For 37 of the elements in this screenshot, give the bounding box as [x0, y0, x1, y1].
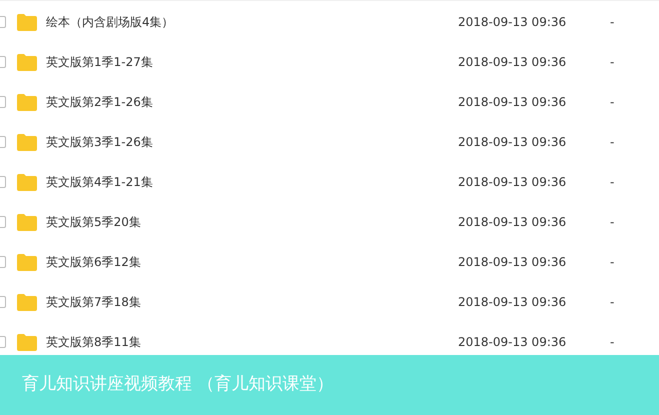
file-size: - [610, 334, 614, 351]
folder-icon [17, 334, 37, 350]
folder-icon [17, 214, 37, 230]
folder-icon [17, 54, 37, 70]
file-name[interactable]: 英文版第8季11集 [46, 333, 446, 351]
modified-date: 2018-09-13 09:36 [458, 174, 568, 191]
file-size: - [610, 174, 614, 191]
modified-date: 2018-09-13 09:36 [458, 334, 568, 351]
folder-icon [17, 94, 37, 110]
file-size: - [610, 14, 614, 31]
modified-date: 2018-09-13 09:36 [458, 214, 568, 231]
file-size: - [610, 214, 614, 231]
modified-date: 2018-09-13 09:36 [458, 134, 568, 151]
banner-title: 育儿知识讲座视频教程 （育儿知识课堂） [22, 373, 334, 396]
modified-date: 2018-09-13 09:36 [458, 294, 568, 311]
modified-date: 2018-09-13 09:36 [458, 94, 568, 111]
file-size: - [610, 294, 614, 311]
file-name[interactable]: 英文版第1季1-27集 [46, 53, 446, 71]
folder-icon [17, 294, 37, 310]
file-name[interactable]: 英文版第4季1-21集 [46, 173, 446, 191]
file-name[interactable]: 英文版第6季12集 [46, 253, 446, 271]
folder-icon [17, 14, 37, 30]
modified-date: 2018-09-13 09:36 [458, 14, 568, 31]
file-size: - [610, 254, 614, 271]
file-name[interactable]: 英文版第3季1-26集 [46, 133, 446, 151]
folder-icon [17, 254, 37, 270]
modified-date: 2018-09-13 09:36 [458, 254, 568, 271]
file-name[interactable]: 英文版第7季18集 [46, 293, 446, 311]
file-size: - [610, 134, 614, 151]
file-name[interactable]: 英文版第5季20集 [46, 213, 446, 231]
file-size: - [610, 54, 614, 71]
file-size: - [610, 94, 614, 111]
folder-icon [17, 134, 37, 150]
file-name[interactable]: 英文版第2季1-26集 [46, 93, 446, 111]
modified-date: 2018-09-13 09:36 [458, 54, 568, 71]
file-name[interactable]: 绘本（内含剧场版4集） [46, 13, 446, 31]
folder-icon [17, 174, 37, 190]
